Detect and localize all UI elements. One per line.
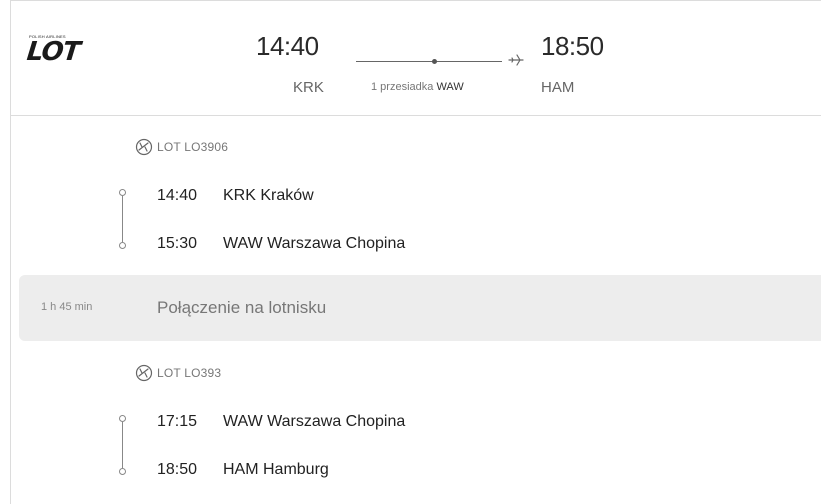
segment-1-flight-number: LOT LO3906 bbox=[157, 140, 229, 154]
airline-icon bbox=[135, 364, 153, 382]
departure-airport-code: KRK bbox=[293, 79, 324, 96]
arrival-time: 18:50 bbox=[541, 31, 604, 61]
timeline-end-dot bbox=[119, 468, 126, 475]
segment-1-airline: LOT LO3906 bbox=[135, 136, 228, 158]
segment-2-departure: 17:15 WAW Warszawa Chopina bbox=[157, 411, 405, 433]
airline-logo: POLISH AIRLINES LOT bbox=[25, 34, 95, 74]
segment-2-airline: LOT LO393 bbox=[135, 362, 221, 384]
segment-1-departure-place: KRK Kraków bbox=[223, 187, 314, 204]
segment-2-arrival-time: 18:50 bbox=[157, 461, 198, 478]
timeline-line bbox=[122, 196, 123, 242]
airline-logo-wordmark: LOT bbox=[25, 37, 82, 67]
layover-duration: 1 h 45 min bbox=[41, 301, 93, 313]
layover-message: Połączenie na lotnisku bbox=[157, 298, 327, 317]
segment-1-arrival-time: 15:30 bbox=[157, 235, 198, 252]
route-line bbox=[356, 59, 506, 64]
segment-2-arrival: 18:50 HAM Hamburg bbox=[157, 459, 329, 481]
segment-2-timeline bbox=[119, 415, 129, 475]
airline-icon bbox=[135, 138, 153, 156]
arrival-airport-code: HAM bbox=[541, 79, 575, 96]
route-line-stroke bbox=[356, 61, 502, 62]
segment-2-flight-number: LOT LO393 bbox=[157, 366, 222, 380]
segment-2-arrival-place: HAM Hamburg bbox=[223, 461, 329, 478]
stop-airport-code: WAW bbox=[436, 81, 464, 93]
plane-icon bbox=[508, 54, 524, 66]
layover-banner: 1 h 45 min Połączenie na lotnisku bbox=[19, 275, 821, 341]
segment-1-departure: 14:40 KRK Kraków bbox=[157, 185, 314, 207]
flight-card[interactable]: POLISH AIRLINES LOT 14:40 KRK 1 przesiad… bbox=[10, 0, 821, 504]
segment-1-departure-time: 14:40 bbox=[157, 187, 198, 204]
stops-count-label: 1 przesiadka bbox=[371, 81, 434, 93]
timeline-start-dot bbox=[119, 189, 126, 196]
segment-1-timeline bbox=[119, 189, 129, 249]
flight-summary-header[interactable]: POLISH AIRLINES LOT 14:40 KRK 1 przesiad… bbox=[11, 1, 821, 116]
timeline-line bbox=[122, 422, 123, 468]
segment-2-departure-place: WAW Warszawa Chopina bbox=[223, 413, 406, 430]
segment-1-arrival: 15:30 WAW Warszawa Chopina bbox=[157, 233, 405, 255]
departure-time: 14:40 bbox=[256, 31, 319, 61]
segment-2-departure-time: 17:15 bbox=[157, 413, 198, 430]
timeline-end-dot bbox=[119, 242, 126, 249]
segment-1-arrival-place: WAW Warszawa Chopina bbox=[223, 235, 406, 252]
timeline-start-dot bbox=[119, 415, 126, 422]
stop-dot bbox=[432, 59, 437, 64]
stops-summary: 1 przesiadka WAW bbox=[371, 81, 464, 93]
